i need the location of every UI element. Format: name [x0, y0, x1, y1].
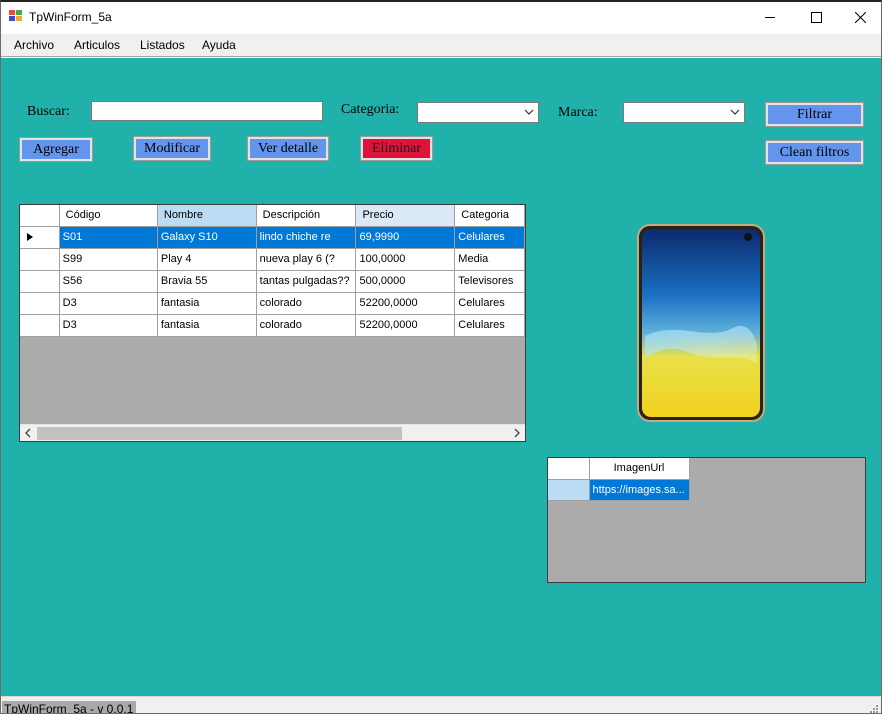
status-bar: TpWinForm_5a - v 0.0.1 [1, 696, 881, 713]
cell[interactable]: Galaxy S10 [157, 226, 257, 249]
chevron-down-icon[interactable] [730, 107, 740, 117]
maximize-icon [810, 11, 822, 23]
column-header[interactable]: Precio [355, 205, 456, 227]
cell[interactable]: colorado [256, 314, 357, 337]
maximize-button[interactable] [793, 2, 839, 32]
table-row[interactable]: D3 fantasia colorado 52200,0000 Celulare… [20, 292, 525, 315]
menu-articulos[interactable]: Articulos [74, 38, 120, 52]
search-input[interactable] [91, 101, 323, 121]
edit-button[interactable]: Modificar [133, 136, 211, 161]
detail-button[interactable]: Ver detalle [247, 136, 329, 161]
header-row: Código Nombre Descripción Precio Categor… [20, 205, 525, 227]
cell[interactable]: fantasia [157, 292, 257, 315]
filter-button[interactable]: Filtrar [765, 102, 864, 127]
cell[interactable]: Celulares [454, 314, 525, 337]
category-select[interactable] [417, 102, 539, 123]
cell[interactable]: D3 [59, 292, 158, 315]
cell[interactable]: D3 [59, 314, 158, 337]
cell[interactable]: lindo chiche re [256, 226, 357, 249]
column-header[interactable]: Descripción [256, 205, 357, 227]
cell[interactable]: Televisores [454, 270, 525, 293]
table-row[interactable]: D3 fantasia colorado 52200,0000 Celulare… [20, 314, 525, 337]
resize-grip-icon[interactable] [870, 705, 878, 713]
cell[interactable]: Celulares [454, 292, 525, 315]
grid-corner [548, 458, 590, 480]
scrollbar-thumb[interactable] [37, 427, 402, 440]
clear-filters-button[interactable]: Clean filtros [765, 140, 864, 165]
cell[interactable]: 100,0000 [355, 248, 456, 271]
cell[interactable]: colorado [256, 292, 357, 315]
table-row[interactable]: S56 Bravia 55 tantas pulgadas?? 500,0000… [20, 270, 525, 293]
delete-button[interactable]: Eliminar [360, 136, 433, 161]
close-button[interactable] [837, 2, 881, 32]
row-header[interactable] [20, 248, 60, 271]
cell[interactable]: Bravia 55 [157, 270, 257, 293]
grid-corner [20, 205, 60, 227]
menu-listados[interactable]: Listados [140, 38, 185, 52]
row-header[interactable] [20, 292, 60, 315]
status-label: TpWinForm_5a - v 0.0.1 [2, 701, 137, 713]
cell[interactable]: S99 [59, 248, 158, 271]
minimize-button[interactable] [747, 2, 793, 32]
main-window: TpWinForm_5a Archivo Articulos Listados … [0, 0, 882, 714]
column-header[interactable]: ImagenUrl [589, 458, 690, 480]
header-row: ImagenUrl [548, 458, 690, 480]
product-image [637, 224, 765, 422]
window-title: TpWinForm_5a [29, 10, 112, 24]
cell[interactable]: tantas pulgadas?? [256, 270, 357, 293]
column-header[interactable]: Nombre [157, 205, 257, 227]
cell[interactable]: S56 [59, 270, 158, 293]
row-header[interactable] [548, 479, 590, 501]
form-body: Buscar: Categoria: Marca: Filtrar Clean … [1, 58, 881, 696]
image-urls-grid[interactable]: ImagenUrl https://images.sa... [547, 457, 866, 583]
search-label: Buscar: [27, 104, 70, 119]
table-row[interactable]: S99 Play 4 nueva play 6 (? 100,0000 Medi… [20, 248, 525, 271]
cell[interactable]: 52200,0000 [355, 314, 456, 337]
column-header[interactable]: Código [59, 205, 158, 227]
minimize-icon [765, 17, 775, 18]
chevron-down-icon[interactable] [524, 107, 534, 117]
articles-grid[interactable]: Código Nombre Descripción Precio Categor… [19, 204, 526, 442]
close-icon [854, 11, 866, 23]
cell[interactable]: https://images.sa... [589, 479, 690, 501]
brand-select[interactable] [623, 102, 745, 123]
cell[interactable]: Media [454, 248, 525, 271]
column-header[interactable]: Categoria [454, 205, 525, 227]
app-icon [9, 10, 22, 22]
horizontal-scrollbar[interactable] [20, 424, 525, 441]
row-header[interactable] [20, 226, 60, 249]
current-row-icon [27, 233, 33, 241]
cell[interactable]: 52200,0000 [355, 292, 456, 315]
cell[interactable]: Play 4 [157, 248, 257, 271]
menu-archivo[interactable]: Archivo [14, 38, 54, 52]
add-button[interactable]: Agregar [19, 137, 93, 162]
scroll-left-icon[interactable] [25, 428, 31, 438]
menu-ayuda[interactable]: Ayuda [202, 38, 236, 52]
cell[interactable]: nueva play 6 (? [256, 248, 357, 271]
table-row[interactable]: https://images.sa... [548, 479, 690, 501]
cell[interactable]: 500,0000 [355, 270, 456, 293]
row-header[interactable] [20, 314, 60, 337]
row-header[interactable] [20, 270, 60, 293]
scroll-right-icon[interactable] [514, 428, 520, 438]
articles-table: Código Nombre Descripción Precio Categor… [20, 205, 525, 337]
cell[interactable]: Celulares [454, 226, 525, 249]
menu-bar: Archivo Articulos Listados Ayuda [1, 34, 881, 57]
title-bar: TpWinForm_5a [1, 2, 881, 32]
category-label: Categoria: [341, 102, 400, 117]
table-row[interactable]: S01 Galaxy S10 lindo chiche re 69,9990 C… [20, 226, 525, 249]
image-urls-table: ImagenUrl https://images.sa... [548, 458, 690, 501]
cell[interactable]: fantasia [157, 314, 257, 337]
brand-label: Marca: [558, 105, 598, 120]
cell[interactable]: 69,9990 [355, 226, 456, 249]
cell[interactable]: S01 [59, 226, 158, 249]
